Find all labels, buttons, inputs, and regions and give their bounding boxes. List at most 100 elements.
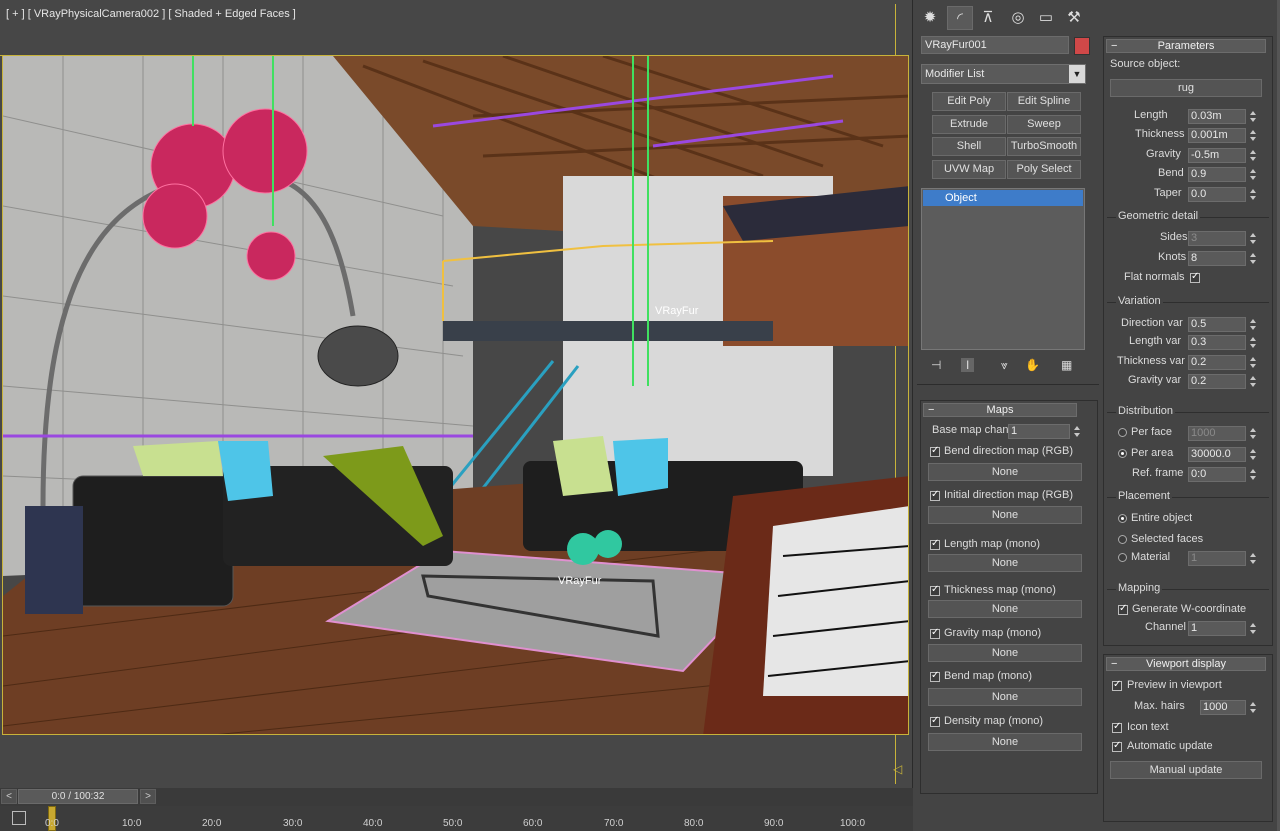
modifier-list-dropdown[interactable]: Modifier List ▼ bbox=[921, 64, 1086, 84]
spinner-arrows-icon[interactable] bbox=[1248, 251, 1258, 266]
spinner-arrows-icon[interactable] bbox=[1248, 317, 1258, 332]
gravity-field[interactable]: -0.5m bbox=[1188, 148, 1246, 163]
generate-w-coordinate-checkbox[interactable] bbox=[1118, 603, 1128, 615]
spinner-arrows-icon[interactable] bbox=[1248, 447, 1258, 462]
per-face-field[interactable]: 1000 bbox=[1188, 426, 1246, 441]
source-object-button[interactable]: rug bbox=[1110, 79, 1262, 97]
poly-select-button[interactable]: Poly Select bbox=[1007, 160, 1081, 179]
thickness-map-button[interactable]: None bbox=[928, 600, 1082, 618]
spinner-arrows-icon[interactable] bbox=[1248, 700, 1258, 715]
direction-var-field[interactable]: 0.5 bbox=[1188, 317, 1246, 332]
create-tab-icon[interactable]: ✹ bbox=[917, 6, 943, 30]
initial-direction-map-checkbox[interactable] bbox=[930, 489, 940, 501]
spinner-arrows-icon[interactable] bbox=[1248, 109, 1258, 124]
maps-rollout-header[interactable]: − Maps bbox=[923, 403, 1077, 417]
spinner-arrows-icon[interactable] bbox=[1072, 424, 1082, 439]
gravity-map-checkbox[interactable] bbox=[930, 627, 940, 639]
base-map-chan-field[interactable]: 1 bbox=[1008, 424, 1070, 439]
time-slider[interactable]: 0:0 / 100:32 bbox=[18, 789, 138, 804]
spinner-arrows-icon[interactable] bbox=[1248, 551, 1258, 566]
per-area-radio[interactable] bbox=[1118, 449, 1127, 458]
scene-render[interactable]: VRayFur VRayFur bbox=[3, 56, 909, 735]
gravity-var-field[interactable]: 0.2 bbox=[1188, 374, 1246, 389]
viewport-display-rollout-header[interactable]: − Viewport display bbox=[1106, 657, 1266, 671]
initial-direction-map-button[interactable]: None bbox=[928, 506, 1082, 524]
sides-field[interactable]: 3 bbox=[1188, 231, 1246, 246]
spinner-arrows-icon[interactable] bbox=[1248, 187, 1258, 202]
extrude-button[interactable]: Extrude bbox=[932, 115, 1006, 134]
stack-item-object[interactable]: Object bbox=[923, 190, 1083, 206]
mini-curve-editor-icon[interactable] bbox=[12, 811, 26, 825]
prev-frame-button[interactable]: < bbox=[1, 789, 17, 804]
length-map-checkbox[interactable] bbox=[930, 538, 940, 550]
channel-field[interactable]: 1 bbox=[1188, 621, 1246, 636]
flat-normals-checkbox[interactable] bbox=[1190, 271, 1200, 283]
chevron-down-icon[interactable]: ▼ bbox=[1069, 65, 1085, 83]
motion-tab-icon[interactable]: ◎ bbox=[1005, 6, 1031, 30]
material-radio[interactable] bbox=[1118, 553, 1127, 562]
utilities-tab-icon[interactable]: ⚒ bbox=[1061, 6, 1087, 30]
bend-map-checkbox[interactable] bbox=[930, 670, 940, 682]
thickness-map-checkbox[interactable] bbox=[930, 584, 940, 596]
per-face-radio[interactable] bbox=[1118, 428, 1127, 437]
bend-direction-map-button[interactable]: None bbox=[928, 463, 1082, 481]
spinner-arrows-icon[interactable] bbox=[1248, 355, 1258, 370]
modifier-stack[interactable]: Object bbox=[921, 188, 1085, 350]
make-unique-icon[interactable]: ⩔ bbox=[1001, 358, 1008, 373]
density-map-button[interactable]: None bbox=[928, 733, 1082, 751]
selected-faces-radio[interactable] bbox=[1118, 535, 1127, 544]
parameters-rollout-header[interactable]: − Parameters bbox=[1106, 39, 1266, 53]
taper-field[interactable]: 0.0 bbox=[1188, 187, 1246, 202]
per-area-field[interactable]: 30000.0 bbox=[1188, 447, 1246, 462]
icon-text-checkbox[interactable] bbox=[1112, 721, 1122, 733]
viewport-label[interactable]: [ + ] [ VRayPhysicalCamera002 ] [ Shaded… bbox=[6, 8, 296, 20]
spinner-arrows-icon[interactable] bbox=[1248, 148, 1258, 163]
preview-in-viewport-checkbox[interactable] bbox=[1112, 679, 1122, 691]
spinner-arrows-icon[interactable] bbox=[1248, 374, 1258, 389]
thickness-var-field[interactable]: 0.2 bbox=[1188, 355, 1246, 370]
manual-update-button[interactable]: Manual update bbox=[1110, 761, 1262, 779]
spinner-arrows-icon[interactable] bbox=[1248, 167, 1258, 182]
hierarchy-tab-icon[interactable]: ⊼ bbox=[975, 6, 1001, 30]
uvw-map-button[interactable]: UVW Map bbox=[932, 160, 1006, 179]
display-tab-icon[interactable]: ▭ bbox=[1033, 6, 1059, 30]
spinner-arrows-icon[interactable] bbox=[1248, 128, 1258, 143]
density-map-checkbox[interactable] bbox=[930, 715, 940, 727]
spinner-arrows-icon[interactable] bbox=[1248, 231, 1258, 246]
ref-frame-field[interactable]: 0:0 bbox=[1188, 467, 1246, 482]
thickness-field[interactable]: 0.001m bbox=[1188, 128, 1246, 143]
show-end-result-icon[interactable]: I bbox=[961, 358, 975, 372]
sweep-button[interactable]: Sweep bbox=[1007, 115, 1081, 134]
spinner-arrows-icon[interactable] bbox=[1248, 621, 1258, 636]
object-color-swatch[interactable] bbox=[1074, 37, 1090, 55]
spinner-arrows-icon[interactable] bbox=[1248, 467, 1258, 482]
max-hairs-field[interactable]: 1000 bbox=[1200, 700, 1246, 715]
length-map-button[interactable]: None bbox=[928, 554, 1082, 572]
camera-render-frame[interactable]: VRayFur VRayFur bbox=[2, 55, 909, 735]
bend-map-button[interactable]: None bbox=[928, 688, 1082, 706]
length-var-field[interactable]: 0.3 bbox=[1188, 335, 1246, 350]
knots-field[interactable]: 8 bbox=[1188, 251, 1246, 266]
object-name-field[interactable]: VRayFur001 bbox=[921, 36, 1069, 54]
length-field[interactable]: 0.03m bbox=[1188, 109, 1246, 124]
entire-object-radio[interactable] bbox=[1118, 514, 1127, 523]
spinner-arrows-icon[interactable] bbox=[1248, 335, 1258, 350]
bend-direction-map-checkbox[interactable] bbox=[930, 445, 940, 457]
material-field[interactable]: 1 bbox=[1188, 551, 1246, 566]
turbosmooth-button[interactable]: TurboSmooth bbox=[1007, 137, 1081, 156]
pin-stack-icon[interactable]: ⊣ bbox=[931, 358, 941, 372]
variation-title: Variation bbox=[1116, 295, 1163, 307]
next-frame-button[interactable]: > bbox=[140, 789, 156, 804]
track-bar[interactable]: 0:0 10:0 20:0 30:0 40:0 50:0 60:0 70:0 8… bbox=[0, 806, 913, 831]
spinner-arrows-icon[interactable] bbox=[1248, 426, 1258, 441]
gravity-map-button[interactable]: None bbox=[928, 644, 1082, 662]
shell-button[interactable]: Shell bbox=[932, 137, 1006, 156]
remove-modifier-icon[interactable]: ✋ bbox=[1025, 358, 1040, 372]
viewport[interactable]: [ + ] [ VRayPhysicalCamera002 ] [ Shaded… bbox=[0, 0, 913, 788]
configure-modifier-sets-icon[interactable]: ▦ bbox=[1061, 358, 1072, 372]
edit-spline-button[interactable]: Edit Spline bbox=[1007, 92, 1081, 111]
modify-tab-icon[interactable]: ◜ bbox=[947, 6, 973, 30]
edit-poly-button[interactable]: Edit Poly bbox=[932, 92, 1006, 111]
automatic-update-checkbox[interactable] bbox=[1112, 740, 1122, 752]
bend-field[interactable]: 0.9 bbox=[1188, 167, 1246, 182]
